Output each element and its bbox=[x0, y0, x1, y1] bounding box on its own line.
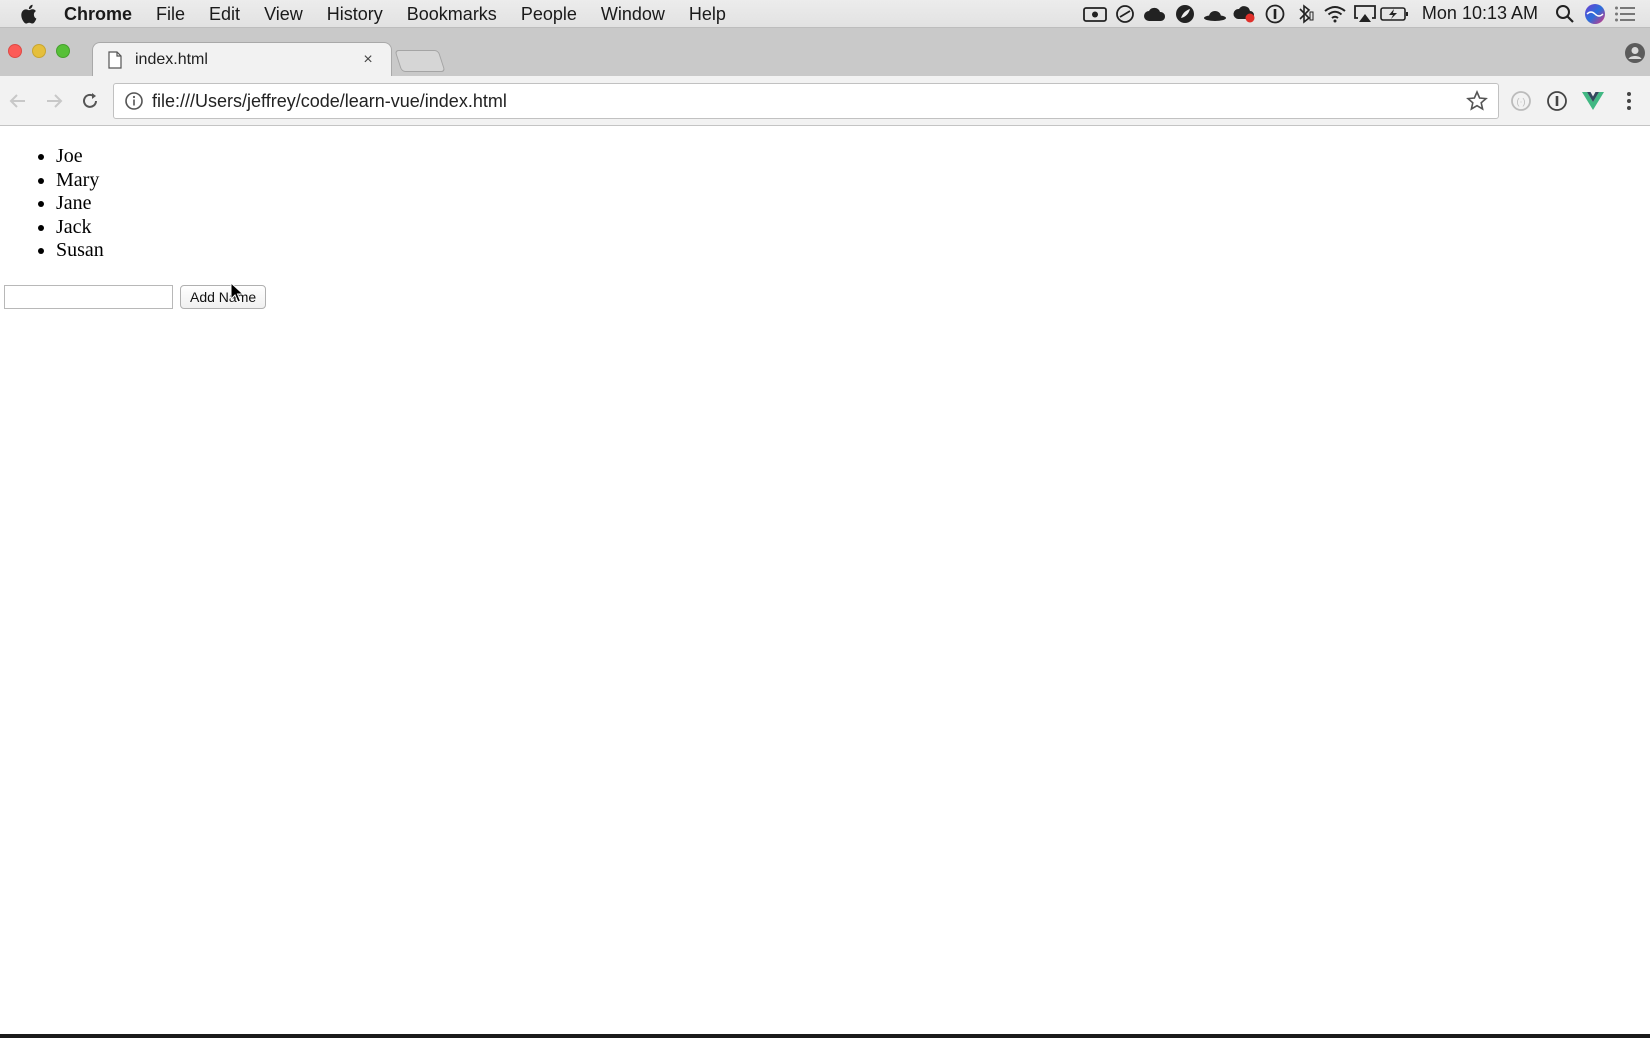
leaf-icon[interactable] bbox=[1170, 0, 1200, 28]
window-close-button[interactable] bbox=[8, 44, 22, 58]
site-info-icon[interactable] bbox=[124, 91, 144, 111]
browser-toolbar: file:///Users/jeffrey/code/learn-vue/ind… bbox=[0, 76, 1650, 126]
reload-button[interactable] bbox=[72, 83, 108, 119]
menu-bookmarks[interactable]: Bookmarks bbox=[395, 0, 509, 28]
back-arrow-icon bbox=[9, 93, 25, 108]
creative-cloud-icon[interactable] bbox=[1230, 0, 1260, 28]
window-controls bbox=[8, 44, 70, 58]
status-area: Mon 10:13 AM bbox=[1080, 0, 1650, 28]
bottom-edge bbox=[0, 1034, 1650, 1038]
list-item: Joe bbox=[56, 145, 104, 169]
reload-icon bbox=[83, 92, 97, 108]
siri-icon[interactable] bbox=[1580, 0, 1610, 28]
spotlight-search-icon[interactable] bbox=[1550, 0, 1580, 28]
extension-ring-icon[interactable]: (·) bbox=[1506, 86, 1536, 116]
name-list: Joe Mary Jane Jack Susan bbox=[56, 145, 104, 263]
extension-password-icon[interactable] bbox=[1542, 86, 1572, 116]
forward-button[interactable] bbox=[36, 83, 72, 119]
vue-devtools-icon[interactable] bbox=[1578, 86, 1608, 116]
url-text[interactable]: file:///Users/jeffrey/code/learn-vue/ind… bbox=[152, 91, 1466, 112]
menu-people[interactable]: People bbox=[509, 0, 589, 28]
window-minimize-button[interactable] bbox=[32, 44, 46, 58]
cloud-icon[interactable] bbox=[1140, 0, 1170, 28]
address-bar[interactable]: file:///Users/jeffrey/code/learn-vue/ind… bbox=[113, 83, 1499, 119]
macos-menu-bar: Chrome File Edit View History Bookmarks … bbox=[0, 0, 1650, 28]
battery-icon[interactable] bbox=[1380, 0, 1410, 28]
forward-arrow-icon bbox=[47, 93, 63, 108]
menu-edit[interactable]: Edit bbox=[197, 0, 252, 28]
tab-index-html[interactable]: index.html × bbox=[92, 42, 392, 76]
new-tab-button[interactable] bbox=[394, 50, 446, 72]
chrome-menu-icon[interactable] bbox=[1614, 86, 1644, 116]
menu-file[interactable]: File bbox=[144, 0, 197, 28]
sync-icon[interactable] bbox=[1110, 0, 1140, 28]
list-item: Mary bbox=[56, 169, 104, 193]
tab-strip: index.html × bbox=[0, 28, 1650, 76]
menu-help[interactable]: Help bbox=[677, 0, 738, 28]
notification-center-icon[interactable] bbox=[1610, 0, 1640, 28]
bookmark-star-icon[interactable] bbox=[1466, 90, 1488, 112]
list-item: Jack bbox=[56, 216, 104, 240]
apple-icon bbox=[21, 4, 37, 24]
wifi-icon[interactable] bbox=[1320, 0, 1350, 28]
airplay-icon[interactable] bbox=[1350, 0, 1380, 28]
menu-window[interactable]: Window bbox=[589, 0, 677, 28]
screen-record-icon[interactable] bbox=[1080, 0, 1110, 28]
list-item: Susan bbox=[56, 239, 104, 263]
profile-icon[interactable] bbox=[1624, 42, 1646, 64]
apple-menu[interactable] bbox=[0, 4, 58, 24]
menu-clock[interactable]: Mon 10:13 AM bbox=[1410, 3, 1550, 24]
bluetooth-icon[interactable] bbox=[1290, 0, 1320, 28]
hat-icon[interactable] bbox=[1200, 0, 1230, 28]
name-input[interactable] bbox=[4, 285, 173, 309]
window-maximize-button[interactable] bbox=[56, 44, 70, 58]
menu-app-name[interactable]: Chrome bbox=[58, 0, 144, 28]
page-viewport: Joe Mary Jane Jack Susan Add Name bbox=[0, 127, 1650, 1032]
add-name-form: Add Name bbox=[4, 285, 267, 309]
back-button[interactable] bbox=[0, 83, 36, 119]
menu-history[interactable]: History bbox=[315, 0, 395, 28]
tab-close-icon[interactable]: × bbox=[359, 51, 377, 69]
tab-title: index.html bbox=[135, 50, 208, 68]
svg-text:(·): (·) bbox=[1517, 97, 1526, 107]
mouse-cursor-icon bbox=[230, 282, 244, 303]
file-icon bbox=[108, 50, 122, 69]
add-name-button[interactable]: Add Name bbox=[180, 285, 267, 309]
extensions-area: (·) bbox=[1506, 83, 1650, 119]
menu-view[interactable]: View bbox=[252, 0, 315, 28]
list-item: Jane bbox=[56, 192, 104, 216]
password-manager-icon[interactable] bbox=[1260, 0, 1290, 28]
